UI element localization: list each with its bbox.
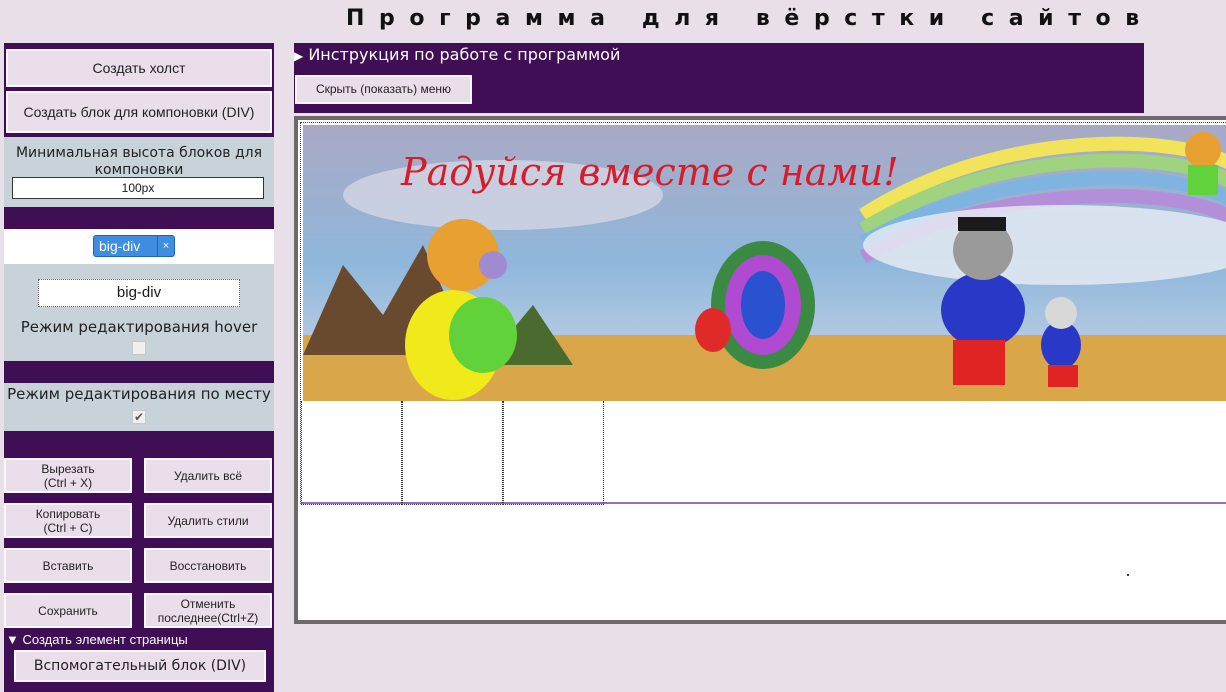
create-element-toggle[interactable]: ▼ Создать элемент страницы bbox=[6, 632, 188, 647]
top-bar: ▶ Инструкция по работе с программой Скры… bbox=[294, 43, 1144, 113]
sidebar: Создать холст Создать блок для компоновк… bbox=[4, 43, 274, 692]
delete-all-button[interactable]: Удалить всё bbox=[144, 458, 272, 493]
aux-div-button[interactable]: Вспомогательный блок (DIV) bbox=[14, 650, 266, 682]
class-tag[interactable]: big-div × bbox=[93, 235, 175, 257]
inplace-mode-label: Режим редактирования по месту bbox=[7, 385, 271, 403]
class-tag-label: big-div bbox=[99, 238, 141, 254]
min-height-input[interactable]: 100px bbox=[12, 177, 264, 199]
grid-cell[interactable] bbox=[503, 401, 604, 505]
copy-button[interactable]: Копировать (Ctrl + C) bbox=[4, 503, 132, 538]
triangle-down-icon: ▼ bbox=[6, 632, 19, 647]
page-title: Программа для вёрстки сайтов bbox=[346, 6, 1154, 31]
grid-cell[interactable] bbox=[301, 401, 402, 505]
instructions-label: Инструкция по работе с программой bbox=[308, 45, 621, 64]
banner-image: Радуйся вместе с нами! bbox=[303, 125, 1226, 401]
toggle-menu-button[interactable]: Скрыть (показать) меню bbox=[295, 75, 472, 104]
min-height-panel: Минимальная высота блоков для компоновки… bbox=[4, 137, 274, 207]
tag-remove-icon[interactable]: × bbox=[157, 236, 174, 256]
delete-styles-button[interactable]: Удалить стили bbox=[144, 503, 272, 538]
hover-mode-label: Режим редактирования hover bbox=[20, 318, 258, 336]
undo-button[interactable]: Отменить последнее(Ctrl+Z) bbox=[144, 593, 272, 628]
create-canvas-button[interactable]: Создать холст bbox=[6, 49, 272, 87]
create-div-button[interactable]: Создать блок для компоновки (DIV) bbox=[6, 91, 272, 133]
layout-canvas[interactable]: Радуйся вместе с нами! bbox=[294, 116, 1226, 624]
min-height-label: Минимальная высота блоков для компоновки bbox=[15, 145, 263, 178]
cut-button[interactable]: Вырезать (Ctrl + X) bbox=[4, 458, 132, 493]
save-button[interactable]: Сохранить bbox=[4, 593, 132, 628]
banner-title: Радуйся вместе с нами! bbox=[400, 150, 899, 194]
class-tag-strip: big-div × bbox=[4, 229, 274, 264]
hover-mode-checkbox[interactable] bbox=[132, 341, 146, 355]
cursor-dot bbox=[1127, 574, 1129, 576]
triangle-right-icon: ▶ bbox=[294, 49, 304, 63]
create-element-label: Создать элемент страницы bbox=[22, 632, 188, 647]
inplace-mode-checkbox[interactable]: ✔ bbox=[132, 410, 146, 424]
instructions-toggle[interactable]: ▶ Инструкция по работе с программой bbox=[294, 45, 620, 64]
grid-cell[interactable] bbox=[402, 401, 503, 505]
class-name-input[interactable]: big-div bbox=[38, 279, 240, 307]
restore-button[interactable]: Восстановить bbox=[144, 548, 272, 583]
big-div-block[interactable]: Радуйся вместе с нами! bbox=[300, 122, 1226, 505]
paste-button[interactable]: Вставить bbox=[4, 548, 132, 583]
